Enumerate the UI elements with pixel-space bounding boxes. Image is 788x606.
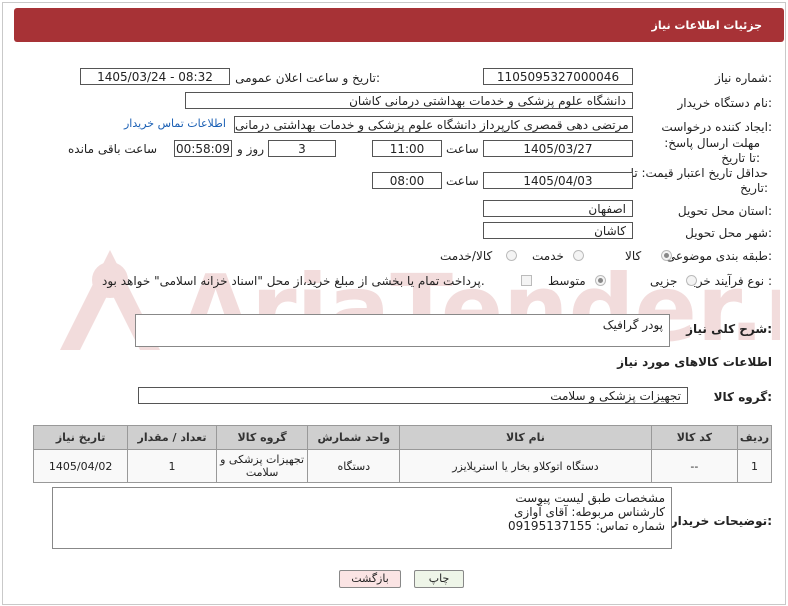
goods-group-label: گروه کالا:	[713, 390, 772, 404]
col-need-date: تاریخ نیاز	[32, 425, 129, 450]
announce-label: تاریخ و ساعت اعلان عمومی:	[235, 71, 380, 85]
category-service-label: خدمت	[532, 249, 564, 263]
page-title: جزئیات اطلاعات نیاز	[651, 19, 763, 32]
back-button[interactable]: بازگشت	[339, 570, 401, 588]
cell-unit: دستگاه	[307, 449, 401, 483]
price-valid-label: حداقل تاریخ اعتبار قیمت: تا تاریخ:	[630, 166, 768, 195]
items-table: تاریخ نیاز تعداد / مقدار گروه کالا واحد …	[32, 425, 772, 483]
buyer-notes-line: کارشناس مربوطه: آقای آوازی	[514, 505, 665, 519]
process-label: نوع فرآیند خرید :	[687, 274, 772, 288]
category-label: طبقه بندی موضوعی:	[665, 249, 772, 263]
price-valid-time-label: ساعت	[446, 174, 479, 188]
col-goods-name: نام کالا	[399, 425, 652, 450]
table-header-row: تاریخ نیاز تعداد / مقدار گروه کالا واحد …	[32, 425, 772, 450]
print-button[interactable]: چاپ	[414, 570, 464, 588]
summary-field: پودر گرافیک	[135, 314, 670, 347]
requester-label: ایجاد کننده درخواست:	[661, 120, 772, 134]
buyer-org-field: دانشگاه علوم پزشکی و خدمات بهداشتی درمان…	[185, 92, 633, 109]
category-both-radio[interactable]	[506, 250, 517, 261]
buyer-notes-field: مشخصات طبق لیست پیوست کارشناس مربوطه: آق…	[52, 487, 672, 549]
goods-info-title: اطلاعات کالاهای مورد نیاز	[617, 355, 772, 369]
province-field: اصفهان	[483, 200, 633, 217]
header-bar: جزئیات اطلاعات نیاز	[14, 8, 784, 42]
need-number-label: شماره نیاز:	[714, 71, 772, 85]
remaining-time-field: 00:58:09	[174, 140, 232, 157]
price-valid-date-field: 1405/04/03	[483, 172, 633, 189]
table-row[interactable]: 1405/04/02 1 تجهیزات پزشکی و سلامت دستگا…	[32, 449, 772, 483]
process-medium-radio[interactable]	[595, 275, 606, 286]
buyer-notes-line: مشخصات طبق لیست پیوست	[515, 491, 665, 505]
col-quantity: تعداد / مقدار	[127, 425, 217, 450]
cell-goods-name: دستگاه اتوکلاو بخار یا استریلایزر	[399, 449, 652, 483]
city-label: شهر محل تحویل:	[685, 226, 772, 240]
city-field: کاشان	[483, 222, 633, 239]
cell-row: 1	[737, 449, 772, 483]
buyer-notes-line: شماره تماس: 09195137155	[508, 519, 665, 533]
announce-field: 1405/03/24 - 08:32	[80, 68, 230, 85]
col-row: ردیف	[737, 425, 772, 450]
deadline-label: مهلت ارسال پاسخ: تا تاریخ:	[664, 136, 760, 165]
province-label: استان محل تحویل:	[677, 204, 772, 218]
remaining-label: ساعت باقی مانده	[68, 142, 158, 156]
deadline-time-field: 11:00	[372, 140, 442, 157]
col-unit: واحد شمارش	[307, 425, 401, 450]
payment-note: پرداخت تمام یا بخشی از مبلغ خرید،از محل …	[102, 274, 485, 288]
requester-field: مرتضی دهی قمصری کارپرداز دانشگاه علوم پز…	[234, 116, 633, 133]
col-goods-group: گروه کالا	[215, 425, 309, 450]
cell-goods-code: --	[650, 449, 739, 483]
cell-need-date: 1405/04/02	[32, 449, 129, 483]
category-goods-radio[interactable]	[661, 250, 672, 261]
cell-goods-group: تجهیزات پزشکی و سلامت	[215, 449, 309, 483]
treasury-checkbox[interactable]	[521, 275, 532, 286]
price-valid-time-field: 08:00	[372, 172, 442, 189]
process-medium-label: متوسط	[548, 274, 586, 288]
cell-quantity: 1	[127, 449, 217, 483]
process-minor-label: جزیی	[650, 274, 678, 288]
days-field: 3	[268, 140, 336, 157]
category-service-radio[interactable]	[573, 250, 584, 261]
buyer-org-label: نام دستگاه خریدار:	[677, 96, 773, 110]
days-label: روز و	[237, 142, 264, 156]
goods-group-field: تجهیزات پزشکی و سلامت	[138, 387, 688, 404]
contact-info-link[interactable]: اطلاعات تماس خریدار	[124, 117, 226, 130]
category-goods-label: کالا	[625, 249, 642, 263]
col-goods-code: کد کالا	[650, 425, 739, 450]
category-both-label: کالا/خدمت	[440, 249, 493, 263]
summary-label: شرح کلی نیاز:	[686, 322, 772, 336]
process-minor-radio[interactable]	[686, 275, 697, 286]
buyer-notes-label: توضیحات خریدار:	[670, 514, 772, 528]
need-number-field: 1105095327000046	[483, 68, 633, 85]
deadline-time-label: ساعت	[446, 142, 479, 156]
deadline-date-field: 1405/03/27	[483, 140, 633, 157]
